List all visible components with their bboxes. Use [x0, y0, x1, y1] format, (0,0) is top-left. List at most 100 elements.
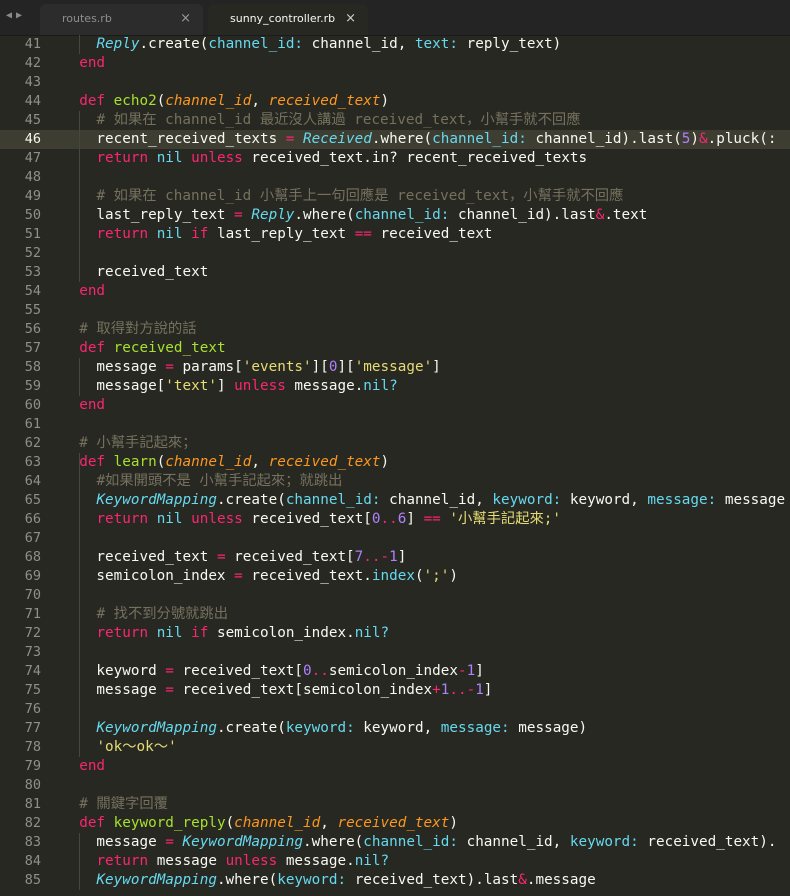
code-line[interactable]: # 取得對方說的話	[62, 320, 785, 339]
line-number: 71	[24, 606, 41, 622]
code-line[interactable]: def learn(channel_id, received_text)	[62, 453, 785, 472]
code-line[interactable]	[62, 301, 785, 320]
code-line[interactable]: KeywordMapping.create(channel_id: channe…	[62, 491, 785, 510]
code-line[interactable]: def echo2(channel_id, received_text)	[62, 92, 785, 111]
code-line[interactable]: end	[62, 396, 785, 415]
code-token: message	[62, 359, 166, 375]
code-token: text:	[414, 36, 458, 52]
code-token: Reply	[96, 36, 140, 52]
code-line[interactable]: return message unless message.nil?	[62, 852, 785, 871]
code-token: unless	[191, 511, 243, 527]
code-token: =	[165, 682, 174, 698]
code-line[interactable]: # 如果在 channel_id 小幫手上一句回應是 received_text…	[62, 187, 785, 206]
code-line[interactable]: # 如果在 channel_id 最近沒人講過 received_text，小幫…	[62, 111, 785, 130]
code-line[interactable]: def received_text	[62, 339, 785, 358]
code-line[interactable]: message = params['events'][0]['message']	[62, 358, 785, 377]
code-token: received_text[	[242, 511, 372, 527]
chevron-left-icon[interactable]: ◀	[6, 10, 16, 21]
chevron-right-icon[interactable]: ▶	[16, 10, 26, 21]
code-line[interactable]	[62, 586, 785, 605]
code-token: return	[96, 853, 149, 869]
code-line[interactable]: end	[62, 282, 785, 301]
code-line[interactable]: last_reply_text = Reply.where(channel_id…	[62, 206, 785, 225]
code-token: (	[225, 815, 235, 831]
code-line[interactable]	[62, 643, 785, 662]
code-line[interactable]	[62, 529, 785, 548]
code-line[interactable]: KeywordMapping.where(keyword: received_t…	[62, 871, 785, 890]
code-token: =	[216, 549, 226, 565]
code-line[interactable]: keyword = received_text[0..semicolon_ind…	[62, 662, 785, 681]
code-line[interactable]: # 小幫手記起來；	[62, 434, 785, 453]
line-number: 67	[24, 530, 41, 546]
code-token: message:	[647, 492, 717, 508]
code-line[interactable]: 'ok～ok～'	[62, 738, 785, 757]
code-token: 'message'	[354, 359, 433, 375]
line-number: 82	[24, 815, 41, 831]
code-line[interactable]: #如果開頭不是 小幫手記起來；就跳出	[62, 472, 785, 491]
code-line[interactable]: # 找不到分號就跳出	[62, 605, 785, 624]
code-line[interactable]: received_text	[62, 263, 785, 282]
code-token: #如果開頭不是 小幫手記起來；就跳出	[96, 473, 343, 489]
indent-guide	[79, 453, 80, 757]
code-line[interactable]: semicolon_index = received_text.index(';…	[62, 567, 785, 586]
code-line[interactable]: # 關鍵字回覆	[62, 795, 785, 814]
code-token: end	[79, 397, 106, 413]
code-line[interactable]	[62, 776, 785, 795]
code-token: KeywordMapping	[182, 834, 304, 850]
code-token: return	[96, 625, 149, 641]
code-line[interactable]: message = KeywordMapping.where(channel_i…	[62, 833, 785, 852]
code-line[interactable]: Reply.create(channel_id: channel_id, tex…	[62, 35, 785, 54]
code-token: 1	[389, 549, 398, 565]
code-editor[interactable]: 41 42 43 44 45 46 47 48 49 50 51 52 53 54 55 56 57 58 59 60…	[0, 35, 790, 896]
code-token: .pluck(:	[707, 131, 777, 147]
line-number: 70	[24, 587, 41, 603]
code-token: received_text).last	[346, 872, 519, 888]
code-token: channel_id:	[354, 207, 450, 223]
code-token: keyword_reply	[113, 815, 226, 831]
code-area[interactable]: Reply.create(channel_id: channel_id, tex…	[62, 35, 785, 890]
tab-nav-arrows[interactable]: ◀▶	[6, 10, 26, 21]
code-line[interactable]: return nil if semicolon_index.nil?	[62, 624, 785, 643]
code-token: .text	[604, 207, 648, 223]
code-line[interactable]	[62, 73, 785, 92]
code-token: keyword	[62, 663, 166, 679]
code-line[interactable]: return nil if last_reply_text == receive…	[62, 225, 785, 244]
code-token: =	[165, 663, 174, 679]
line-number: 57	[24, 340, 41, 356]
code-line[interactable]: return nil unless received_text.in? rece…	[62, 149, 785, 168]
code-line[interactable]: received_text = received_text[7..-1]	[62, 548, 785, 567]
code-line[interactable]: def keyword_reply(channel_id, received_t…	[62, 814, 785, 833]
code-token: semicolon_index	[62, 568, 235, 584]
code-line[interactable]	[62, 700, 785, 719]
code-token: =	[234, 568, 243, 584]
line-number: 85	[24, 872, 41, 888]
code-token: message:	[440, 720, 510, 736]
code-token: end	[79, 758, 106, 774]
line-number: 48	[24, 169, 41, 185]
code-token: return	[96, 511, 149, 527]
code-line[interactable]: message = received_text[semicolon_index+…	[62, 681, 785, 700]
code-line[interactable]	[62, 244, 785, 263]
tab-sunny-controller[interactable]: sunny_controller.rb ×	[208, 4, 368, 35]
close-icon[interactable]: ×	[180, 11, 191, 26]
code-token: semicolon_index	[328, 663, 458, 679]
code-line[interactable]: return nil unless received_text[0..6] ==…	[62, 510, 785, 529]
code-line[interactable]: message['text'] unless message.nil?	[62, 377, 785, 396]
code-line[interactable]: end	[62, 54, 785, 73]
code-line[interactable]	[62, 415, 785, 434]
code-line[interactable]: end	[62, 757, 785, 776]
code-token: end	[79, 283, 106, 299]
code-line[interactable]: recent_received_texts = Received.where(c…	[62, 130, 785, 149]
code-line[interactable]: KeywordMapping.create(keyword: keyword, …	[62, 719, 785, 738]
close-icon[interactable]: ×	[345, 11, 356, 26]
code-line[interactable]	[62, 168, 785, 187]
code-token: message	[716, 492, 786, 508]
tab-routes[interactable]: routes.rb ×	[40, 4, 203, 35]
code-token: 0	[303, 663, 312, 679]
